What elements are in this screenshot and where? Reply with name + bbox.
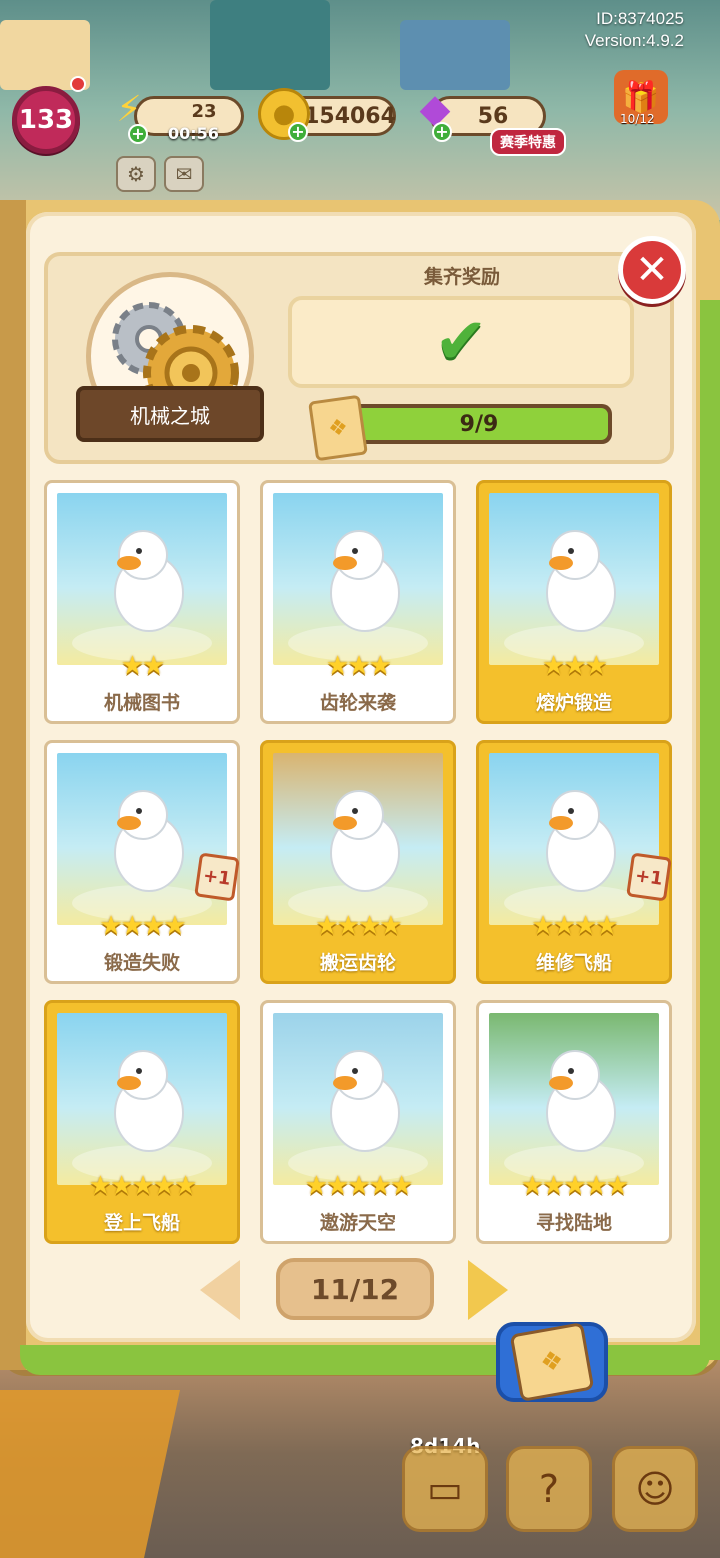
card-1[interactable]: ★★ 机械图书 — [44, 480, 240, 724]
duck-illustration — [288, 790, 428, 921]
card-name: 登上飞船 — [103, 1212, 180, 1234]
page-indicator: 11/12 — [276, 1258, 434, 1320]
reward-status-box: ✔ — [288, 296, 634, 388]
chat-icon: ☺ — [635, 1467, 675, 1511]
build-info: ID:8374025 Version:4.9.2 — [585, 8, 684, 52]
cards-button[interactable]: ▭ — [402, 1446, 488, 1532]
friends-button[interactable]: ☺ — [612, 1446, 698, 1532]
previous-page-arrow-icon[interactable] — [200, 1260, 240, 1320]
card-album-button[interactable]: ❖ — [496, 1322, 608, 1402]
reward-title: 集齐奖励 — [423, 266, 500, 288]
book-edge — [700, 300, 720, 1360]
card-6[interactable]: ★★★★ 维修飞船 +1 — [476, 740, 672, 984]
add-coins-button[interactable]: + — [288, 122, 308, 142]
card-stars: ★★★ — [326, 651, 392, 681]
duck-illustration — [288, 1050, 428, 1181]
checkmark-icon: ✔ — [434, 305, 488, 379]
lightning-icon: ⚡ — [116, 88, 142, 130]
add-gems-button[interactable]: + — [432, 122, 452, 142]
close-button[interactable]: ✕ — [618, 236, 686, 304]
duck-illustration — [504, 790, 644, 921]
gem-value: 56 — [477, 103, 509, 129]
duck-illustration — [504, 530, 644, 661]
card-5[interactable]: ★★★★ 搬运齿轮 — [260, 740, 456, 984]
card-stars: ★★★★★ — [304, 1171, 414, 1201]
card-3[interactable]: ★★★ 熔炉锻造 — [476, 480, 672, 724]
building — [400, 20, 510, 90]
card-9[interactable]: ★★★★★ 寻找陆地 — [476, 1000, 672, 1244]
next-page-arrow-icon[interactable] — [468, 1260, 508, 1320]
card-illustration — [489, 753, 659, 925]
card-name: 维修飞船 — [535, 952, 612, 974]
duck-illustration — [72, 1050, 212, 1181]
duck-illustration — [288, 530, 428, 661]
card-name: 寻找陆地 — [535, 1212, 612, 1234]
card-name: 机械图书 — [103, 692, 180, 714]
version-label: Version:4.9.2 — [584, 31, 684, 50]
card-stars: ★★★ — [542, 651, 608, 681]
card-stars: ★★★★ — [531, 911, 618, 941]
level-badge[interactable]: 133 — [12, 86, 80, 154]
card-illustration — [489, 1013, 659, 1185]
coin-value: 154064 — [304, 103, 396, 129]
settings-gear-icon[interactable]: ⚙ — [116, 156, 156, 192]
card-stars: ★★ — [120, 651, 166, 681]
card-illustration — [273, 493, 443, 665]
question-icon: ? — [538, 1467, 560, 1511]
card-2[interactable]: ★★★ 齿轮来袭 — [260, 480, 456, 724]
card-4[interactable]: ★★★★ 锻造失败 +1 — [44, 740, 240, 984]
card-name: 齿轮来袭 — [319, 692, 396, 714]
card-stars: ★★★★ — [99, 911, 186, 941]
set-name-ribbon: 机械之城 — [76, 386, 264, 442]
duck-illustration — [72, 530, 212, 661]
player-id: ID:8374025 — [596, 9, 684, 28]
building — [210, 0, 330, 90]
notification-dot — [70, 76, 86, 92]
set-name: 机械之城 — [130, 403, 210, 428]
gift-progress: 10/12 — [620, 112, 655, 126]
card-stars: ★★★★ — [315, 911, 402, 941]
card-pack-icon: ❖ — [509, 1322, 595, 1402]
duck-illustration — [504, 1050, 644, 1181]
card-name: 遨游天空 — [319, 1212, 396, 1234]
card-illustration — [57, 493, 227, 665]
energy-timer: 00:56 — [168, 124, 219, 143]
card-illustration — [273, 753, 443, 925]
duplicate-badge: +1 — [626, 852, 672, 902]
energy-value: 23 — [191, 100, 217, 122]
progress-text: 9/9 — [459, 411, 499, 437]
mail-icon[interactable]: ✉ — [164, 156, 204, 192]
duck-illustration — [72, 790, 212, 921]
card-name: 熔炉锻造 — [535, 692, 612, 714]
card-stars: ★★★★★ — [520, 1171, 630, 1201]
cards-icon: ▭ — [427, 1467, 463, 1511]
mystery-button[interactable]: ? — [506, 1446, 592, 1532]
card-stack-icon: ❖ — [308, 394, 368, 462]
add-energy-button[interactable]: + — [128, 124, 148, 144]
card-name: 搬运齿轮 — [319, 952, 396, 974]
card-illustration — [273, 1013, 443, 1185]
card-7[interactable]: ★★★★★ 登上飞船 — [44, 1000, 240, 1244]
duplicate-badge: +1 — [194, 852, 240, 902]
card-illustration — [57, 753, 227, 925]
card-illustration — [57, 1013, 227, 1185]
card-name: 锻造失败 — [103, 952, 180, 974]
card-stars: ★★★★★ — [88, 1171, 198, 1201]
season-offer-label[interactable]: 赛季特惠 — [490, 128, 566, 156]
card-8[interactable]: ★★★★★ 遨游天空 — [260, 1000, 456, 1244]
book-spine — [0, 200, 26, 1370]
card-illustration — [489, 493, 659, 665]
